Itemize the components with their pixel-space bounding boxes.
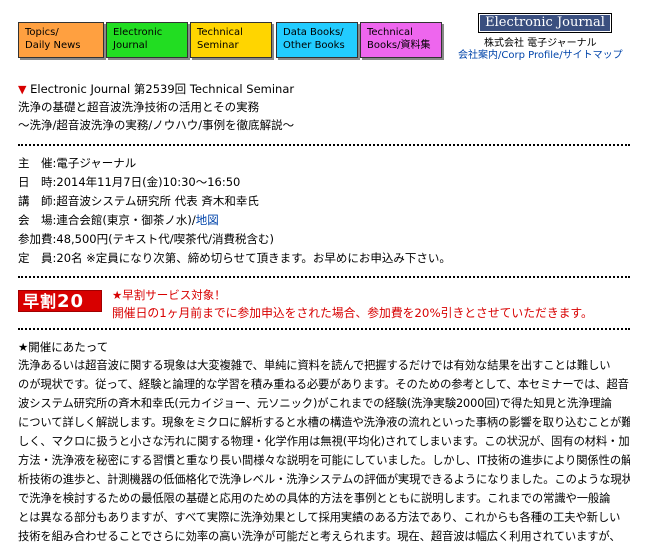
detail-fee: 参加費:48,500円(テキスト代/喫茶代/消費税含む) xyxy=(18,230,274,248)
detail-value: 48,500円(テキスト代/喫茶代/消費税含む) xyxy=(56,232,274,246)
intro-line: 波システム研究所の斉木和幸氏(元カイジョー、元ソニック)がこれまでの経験(洗浄実… xyxy=(18,397,612,410)
intro-line: 技術を組み合わせることでさらに効率の高い洗浄が可能だと考えられます。現在、超音波… xyxy=(18,530,621,543)
detail-label: 会 場: xyxy=(18,213,57,227)
detail-venue: 会 場:連合会館(東京・御茶ノ水)/地図 xyxy=(18,211,219,229)
intro-line: のが現状です。従って、経験と論理的な学習を積み重ねる必要があります。そのための参… xyxy=(18,378,629,391)
divider xyxy=(18,276,630,278)
detail-label: 参加費: xyxy=(18,232,57,246)
nav-label: Data Books/ xyxy=(283,27,344,38)
badge-text: 早割 xyxy=(23,292,58,311)
top-links: 会社案内/Corp Profile/サイトマップ xyxy=(458,50,623,61)
intro-paragraph: 洗浄あるいは超音波に関する現象は大変複雑で、単純に資料を読んで把握するだけでは有… xyxy=(18,356,630,546)
nav-label: Technical xyxy=(197,27,243,38)
nav-button-topics[interactable]: Topics/ Daily News xyxy=(18,22,104,58)
nav-label: Technical xyxy=(367,27,413,38)
sitemap-link[interactable]: サイトマップ xyxy=(563,50,623,61)
badge-number: 20 xyxy=(57,291,85,312)
divider xyxy=(18,144,630,146)
detail-label: 主 催: xyxy=(18,156,57,170)
logo-text: Electronic Journal xyxy=(480,15,610,31)
intro-heading: ★開催にあたって xyxy=(18,340,109,354)
detail-value: 20名 ※定員になり次第、締め切らせて頂きます。お早めにお申込み下さい。 xyxy=(56,251,451,265)
intro-line: 方法・洗浄液を秘密にする習慣と重なり長い間様々な説明を可能にしていました。しかし… xyxy=(18,454,630,467)
triangle-icon: ▼ xyxy=(18,83,27,96)
early-bird-headline: ★早割サービス対象！ xyxy=(112,288,226,302)
nav-label: Electronic xyxy=(113,27,163,38)
seminar-header: ▼ Electronic Journal 第2539回 Technical Se… xyxy=(18,80,294,99)
map-link[interactable]: 地図 xyxy=(196,213,219,227)
detail-capacity: 定 員:20名 ※定員になり次第、締め切らせて頂きます。お早めにお申込み下さい。 xyxy=(18,249,451,267)
divider xyxy=(18,328,630,330)
detail-lecturer: 講 師:超音波システム研究所 代表 斉木和幸氏 xyxy=(18,192,259,210)
detail-label: 定 員: xyxy=(18,251,57,265)
corp-profile-link[interactable]: Corp Profile xyxy=(501,50,559,61)
intro-line: で洗浄を検討するための最低限の基礎と応用のための具体的方法を事例とともに説明しま… xyxy=(18,492,611,505)
intro-line: しく、マクロに扱うと小さな汚れに関する物理・化学作用は無視(平均化)されてしまい… xyxy=(18,435,630,448)
detail-value: 連合会館(東京・御茶ノ水)/ xyxy=(56,213,196,227)
company-info-link[interactable]: 会社案内 xyxy=(458,50,498,61)
intro-line: とは異なる部分もありますが、すべて実際に洗浄効果として採用実績のある方法であり、… xyxy=(18,511,621,524)
intro-line: 析技術の進歩と、計測機器の低価格化で洗浄レベル・洗浄システムの評価が実現できるよ… xyxy=(18,473,630,486)
nav-button-technical-books[interactable]: Technical Books/資料集 xyxy=(360,22,442,58)
nav-label: Topics/ xyxy=(25,27,59,38)
seminar-title: 洗浄の基礎と超音波洗浄技術の活用とその実務 xyxy=(18,100,260,114)
nav-label: Seminar xyxy=(197,40,239,51)
detail-value: 超音波システム研究所 代表 斉木和幸氏 xyxy=(56,194,259,208)
intro-line: について詳しく解説します。現象をミクロに解析すると水槽の構造や洗浄液の流れといっ… xyxy=(18,416,630,429)
nav-button-data-books[interactable]: Data Books/ Other Books xyxy=(276,22,358,58)
nav-label: Daily News xyxy=(25,40,81,51)
nav-button-technical-seminar[interactable]: Technical Seminar xyxy=(190,22,272,58)
early-bird-badge: 早割20 xyxy=(18,290,102,312)
intro-line: 洗浄あるいは超音波に関する現象は大変複雑で、単純に資料を読んで把握するだけでは有… xyxy=(18,359,611,372)
detail-organizer: 主 催:電子ジャーナル xyxy=(18,154,136,172)
seminar-header-text: Electronic Journal 第2539回 Technical Semi… xyxy=(30,82,295,96)
nav-button-electronic-journal[interactable]: Electronic Journal xyxy=(106,22,188,58)
detail-label: 日 時: xyxy=(18,175,57,189)
detail-value: 2014年11月7日(金)10:30～16:50 xyxy=(56,175,241,189)
nav-label: Books/資料集 xyxy=(367,40,431,51)
detail-value: 電子ジャーナル xyxy=(56,156,137,170)
early-bird-body: 開催日の1ヶ月前までに参加申込をされた場合、参加費を20%引きとさせていただきま… xyxy=(112,306,593,320)
detail-label: 講 師: xyxy=(18,194,57,208)
seminar-subtitle: ～洗浄/超音波洗浄の実務/ノウハウ/事例を徹底解説～ xyxy=(18,118,295,132)
detail-date: 日 時:2014年11月7日(金)10:30～16:50 xyxy=(18,173,240,191)
nav-label: Journal xyxy=(113,40,148,51)
site-logo[interactable]: Electronic Journal xyxy=(478,13,612,33)
nav-label: Other Books xyxy=(283,40,345,51)
